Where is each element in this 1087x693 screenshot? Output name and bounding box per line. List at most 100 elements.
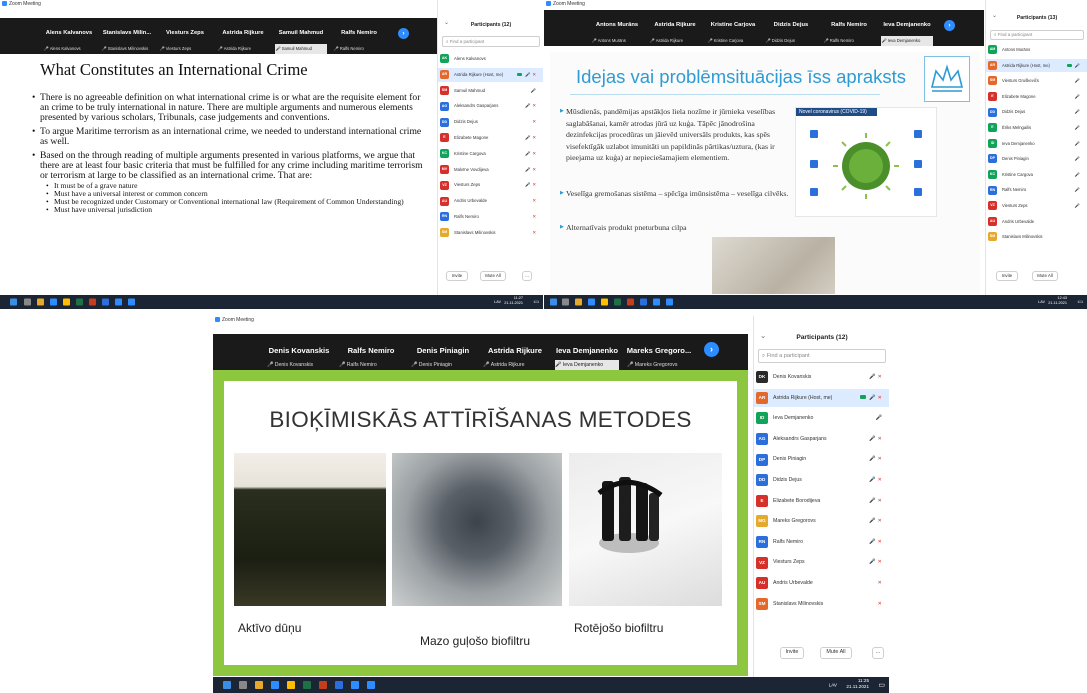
taskbar-clock[interactable]: 11:25 21.11.2021 (846, 678, 869, 689)
invite-button[interactable]: Invite (996, 271, 1018, 281)
notifications-icon[interactable]: ▭ (1077, 299, 1083, 306)
participant-status-icons[interactable]: 🎤✕ (869, 368, 884, 387)
participant-status-icons[interactable]: 🎤 (1075, 152, 1082, 166)
file-explorer-icon[interactable] (287, 681, 295, 689)
chrome-icon[interactable] (575, 298, 582, 306)
participant-video-tile[interactable]: Kristine Carjova 🎤Kristine Carjova (704, 10, 762, 46)
participant-video-tile[interactable]: Ralfs Nemiro 🎤Ralfs Nemiro (820, 10, 878, 46)
excel-icon[interactable] (614, 298, 621, 306)
participant-video-tile[interactable]: Astrida Rijkure 🎤Astrida Rijkure (214, 18, 272, 54)
participant-row[interactable]: AR Astrida Rijkure (Host, me) 🎤✕ (754, 388, 889, 408)
participant-video-tile[interactable]: Astrida Rijkure 🎤Astrida Rijkure (646, 10, 704, 46)
zoom-icon[interactable] (115, 298, 122, 306)
powerpoint-icon[interactable] (319, 681, 327, 689)
windows-start-icon[interactable] (550, 298, 557, 306)
taskbar-language[interactable]: LAV (829, 683, 837, 688)
participant-row[interactable]: SM Stanislavs Milinovskis ✕ (754, 595, 889, 614)
participant-row[interactable]: MG Mareks Gregorovs 🎤✕ (754, 512, 889, 531)
zoom-icon[interactable] (50, 298, 57, 306)
participant-status-icons[interactable]: 🎤 (1075, 74, 1082, 88)
participant-row[interactable]: DD Didzis Dejus 🎤✕ (754, 471, 889, 490)
powerpoint-icon[interactable] (627, 298, 634, 306)
next-page-button[interactable]: › (704, 342, 719, 357)
participant-row[interactable]: AU Andris Urbevalde ✕ (754, 574, 889, 593)
next-page-button[interactable]: › (944, 20, 955, 31)
participant-row[interactable]: DD Didzis Dejus 🎤 (986, 105, 1087, 119)
participant-row[interactable]: MV Malvīne Vovdijeva 🎤✕ (438, 163, 543, 177)
participant-row[interactable]: E Ēriks Melngailis 🎤 (986, 121, 1087, 135)
word-icon[interactable] (102, 298, 109, 306)
participant-row[interactable]: E Elizabete Magone 🎤 (986, 90, 1087, 104)
participant-row[interactable]: ID Ieva Demjanenko 🎤 (754, 409, 889, 428)
participant-status-icons[interactable]: 🎤 (1075, 137, 1082, 151)
participant-status-icons[interactable]: 🎤✕ (516, 68, 538, 82)
taskbar-clock[interactable]: 11:27 21.11.2021 (504, 296, 523, 305)
participant-row[interactable]: E Elizabete Magone 🎤✕ (438, 131, 543, 145)
participant-row[interactable]: AG Aleksandrs Gasparjans 🎤✕ (438, 99, 543, 113)
participant-status-icons[interactable]: 🎤✕ (525, 147, 538, 161)
taskbar-clock[interactable]: 12:43 21.11.2021 (1048, 296, 1067, 305)
search-icon[interactable] (24, 298, 31, 306)
participant-search-input[interactable]: ⌕ Find a participant (442, 36, 540, 47)
zoom-icon[interactable] (351, 681, 359, 689)
invite-button[interactable]: Invite (446, 271, 468, 281)
participant-row[interactable]: RN Ralfs Nemiro ✕ (438, 210, 543, 224)
mute-all-button[interactable]: Mute All (480, 271, 506, 281)
participant-status-icons[interactable]: 🎤✕ (525, 99, 538, 113)
zoom-icon[interactable] (271, 681, 279, 689)
participant-status-icons[interactable]: 🎤✕ (869, 512, 884, 531)
participant-status-icons[interactable]: 🎤 (876, 409, 884, 428)
participant-row[interactable]: KC Kristine Cargova 🎤✕ (438, 147, 543, 161)
participant-row[interactable]: DD Didzis Dejus ✕ (438, 115, 543, 129)
participant-row[interactable]: AG Aleksandrs Gasparjans 🎤✕ (754, 430, 889, 449)
participant-status-icons[interactable]: 🎤 (1075, 168, 1082, 182)
participant-row[interactable]: ID Ieva Demjanenko 🎤 (986, 137, 1087, 151)
zoom-icon[interactable] (367, 681, 375, 689)
file-explorer-icon[interactable] (601, 298, 608, 306)
participant-video-tile[interactable]: Ralfs Nemiro 🎤Ralfs Nemiro (335, 334, 407, 370)
participant-row[interactable]: VZ Viesturs Zeps 🎤✕ (754, 553, 889, 572)
participant-status-icons[interactable]: 🎤✕ (869, 492, 884, 511)
participant-video-tile[interactable]: Mareks Gregoro... 🎤Mareks Gregorovs (623, 334, 695, 370)
participant-video-tile[interactable]: Didzis Dejus 🎤Didzis Dejus (762, 10, 820, 46)
participant-row[interactable]: RN Ralfs Nemiro 🎤 (986, 183, 1087, 197)
participant-status-icons[interactable]: ✕ (532, 210, 538, 224)
participant-status-icons[interactable]: ✕ (878, 574, 884, 593)
participant-video-tile[interactable]: Stanislavs Milin... 🎤Stanislavs Milinovsk… (98, 18, 156, 54)
participant-status-icons[interactable]: 🎤✕ (525, 131, 538, 145)
windows-start-icon[interactable] (10, 298, 17, 306)
participant-status-icons[interactable]: 🎤 (1075, 121, 1082, 135)
participant-status-icons[interactable]: ✕ (532, 194, 538, 208)
participant-video-tile[interactable]: Ieva Demjanenko 🎤Ieva Demjanenko (551, 334, 623, 370)
windows-start-icon[interactable] (223, 681, 231, 689)
zoom-icon[interactable] (128, 298, 135, 306)
excel-icon[interactable] (76, 298, 83, 306)
participant-row[interactable]: KC Kristine Cargova 🎤 (986, 168, 1087, 182)
participant-row[interactable]: DK Denis Kovanskis 🎤✕ (754, 368, 889, 387)
participant-row[interactable]: AK Alens Kalvanovs (438, 52, 543, 66)
more-options-button[interactable]: ... (522, 271, 532, 281)
file-explorer-icon[interactable] (63, 298, 70, 306)
participant-status-icons[interactable]: 🎤 (1075, 105, 1082, 119)
zoom-icon[interactable] (653, 298, 660, 306)
participant-row[interactable]: AU Andris Urbevalde (986, 215, 1087, 229)
word-icon[interactable] (640, 298, 647, 306)
participant-row[interactable]: RN Ralfs Nemiro 🎤✕ (754, 533, 889, 552)
participant-search-input[interactable]: ⌕ Find a participant (990, 30, 1084, 40)
participant-row[interactable]: AR Astrida Rijkure (Host, me) 🎤✕ (438, 67, 543, 82)
participant-status-icons[interactable]: ✕ (878, 595, 884, 614)
participant-status-icons[interactable]: 🎤✕ (525, 163, 538, 177)
participant-status-icons[interactable]: 🎤 (1066, 59, 1082, 73)
participant-row[interactable]: SM Viesturs Gruškevičs 🎤 (986, 74, 1087, 88)
invite-button[interactable]: Invite (780, 647, 804, 659)
participant-video-tile[interactable]: Ralfs Nemiro 🎤Ralfs Nemiro (330, 18, 388, 54)
powerpoint-icon[interactable] (89, 298, 96, 306)
participant-video-tile[interactable]: Astrida Rijkure 🎤Astrida Rijkure (479, 334, 551, 370)
participant-status-icons[interactable]: 🎤✕ (869, 450, 884, 469)
participant-row[interactable]: AM Antons Murāns (986, 43, 1087, 57)
participant-video-tile[interactable]: Alens Kalvanovs 🎤Alens Kalvanovs (40, 18, 98, 54)
participant-row[interactable]: AU Andris Urbevalde ✕ (438, 194, 543, 208)
taskbar-language[interactable]: LAV (494, 300, 501, 304)
participant-status-icons[interactable]: 🎤 (1075, 90, 1082, 104)
participant-row[interactable]: AR Astrida Rijkure (Host, me) 🎤 (986, 58, 1087, 73)
